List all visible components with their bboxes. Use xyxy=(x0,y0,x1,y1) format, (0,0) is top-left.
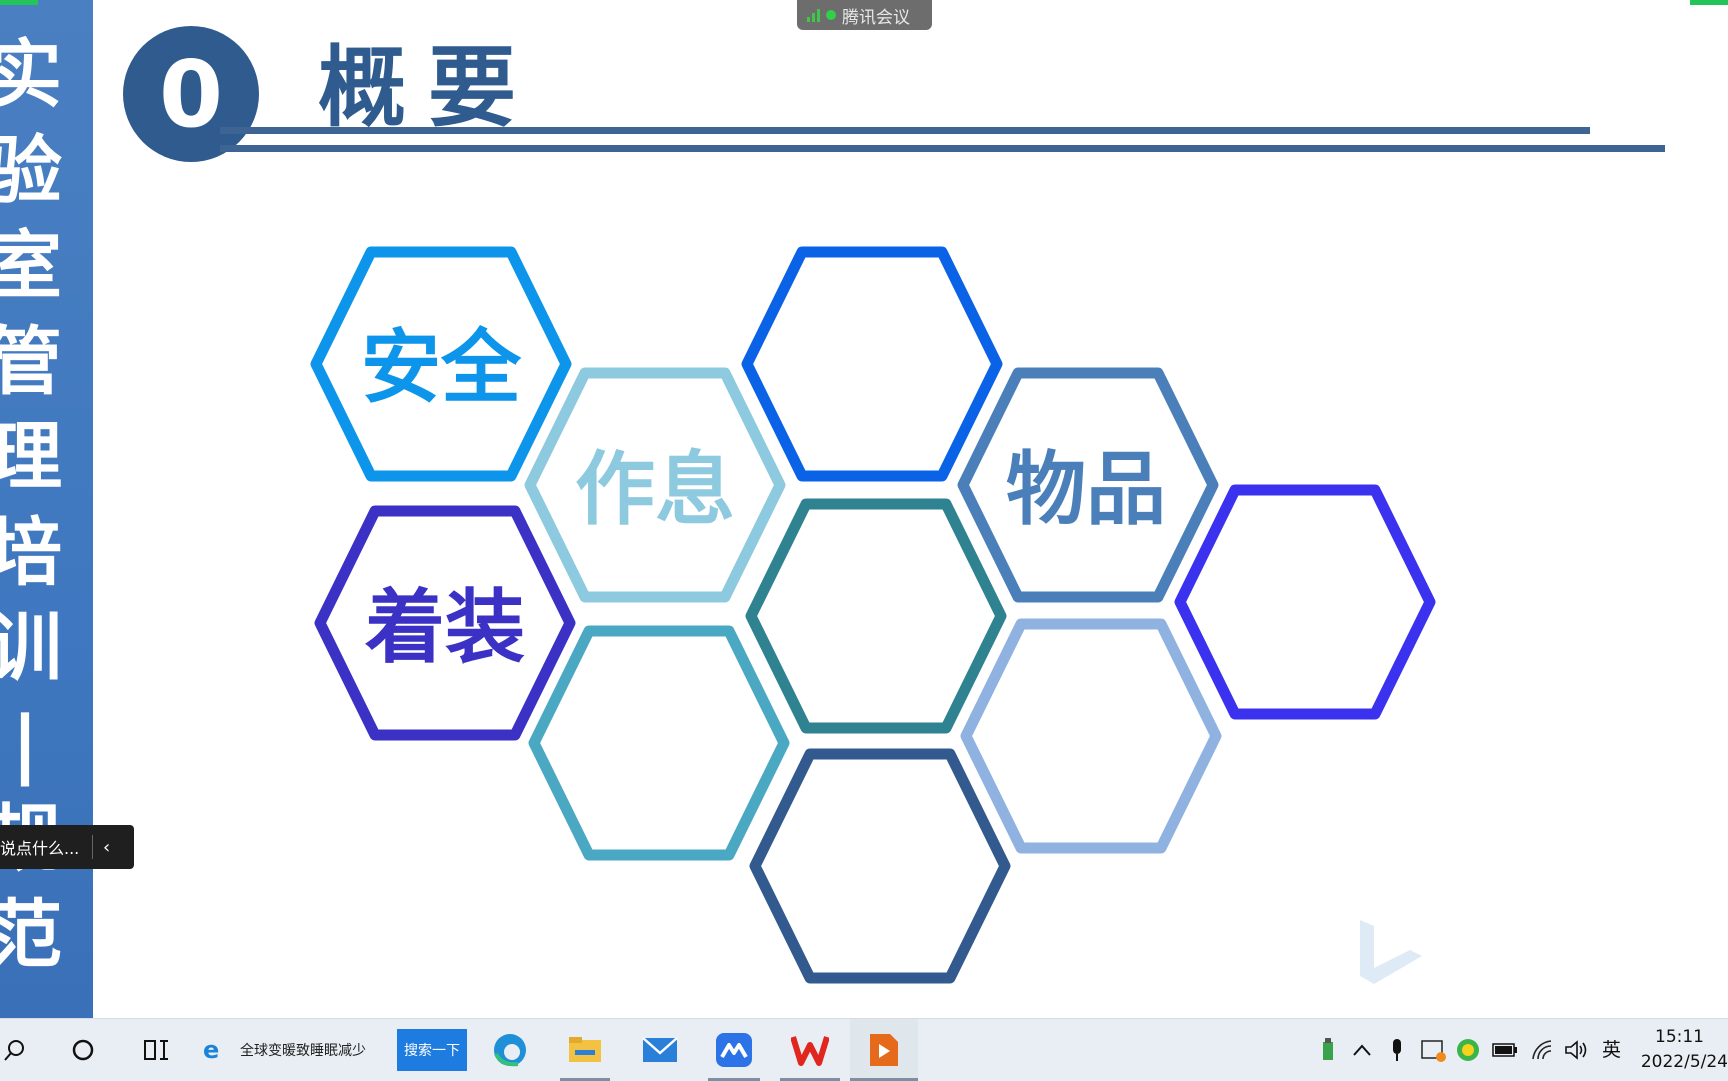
hex-bottom-left xyxy=(528,625,790,861)
tencent-meeting-icon[interactable] xyxy=(714,1019,754,1081)
usb-device-icon[interactable] xyxy=(1318,1038,1338,1062)
clock-time: 15:11 xyxy=(1655,1027,1704,1047)
presentation-app-icon[interactable] xyxy=(850,1019,918,1081)
battery-charging-icon[interactable] xyxy=(1492,1038,1518,1062)
mail-icon[interactable] xyxy=(640,1019,680,1081)
hex-label-schedule: 作息 xyxy=(575,443,735,536)
search-button[interactable]: 搜索一下 xyxy=(397,1029,467,1071)
clock-date: 2022/5/24 xyxy=(1640,1052,1728,1072)
hex-bottom-right xyxy=(960,618,1222,854)
news-headline[interactable]: 全球变暖致睡眠减少 xyxy=(240,1019,380,1081)
microphone-icon[interactable] xyxy=(1387,1038,1407,1062)
hex-top-middle xyxy=(741,246,1003,482)
ie-browser-icon[interactable]: e xyxy=(198,1019,228,1081)
chevron-left-icon[interactable]: ‹ xyxy=(103,837,110,858)
hexagon-diagram: 安全 作息 物品 着装 xyxy=(310,246,1436,984)
volume-icon[interactable] xyxy=(1564,1038,1588,1062)
svg-text:e: e xyxy=(203,1037,219,1063)
hex-center xyxy=(745,498,1007,734)
chat-input-pill[interactable]: 说点什么... ‹ xyxy=(0,825,134,869)
file-explorer-icon[interactable] xyxy=(565,1019,605,1081)
hex-right xyxy=(1174,484,1436,720)
cortana-icon[interactable] xyxy=(68,1019,98,1081)
system-clock[interactable]: 15:11 2022/5/24 xyxy=(1638,1019,1728,1081)
wifi-icon[interactable] xyxy=(1530,1038,1554,1062)
news-headline-text[interactable]: 全球变暖致睡眠减少 xyxy=(240,1040,366,1060)
chat-placeholder[interactable]: 说点什么... xyxy=(0,835,88,859)
hex-label-attire: 着装 xyxy=(365,581,525,674)
input-method-indicator[interactable]: 英 xyxy=(1602,1035,1621,1062)
chat-divider xyxy=(92,835,93,859)
task-view-icon[interactable] xyxy=(140,1019,172,1081)
sync-status-icon[interactable] xyxy=(1420,1038,1446,1062)
search-icon[interactable] xyxy=(0,1019,30,1081)
security-app-icon[interactable] xyxy=(1456,1038,1480,1062)
bing-logo-icon xyxy=(1360,920,1422,984)
chevron-up-icon[interactable] xyxy=(1352,1038,1372,1062)
edge-browser-icon[interactable] xyxy=(490,1019,530,1081)
hex-label-items: 物品 xyxy=(1006,443,1166,536)
hex-label-safety: 安全 xyxy=(361,321,522,414)
taskbar: e 全球变暖致睡眠减少 搜索一下 英 15:11 2022/5/24 xyxy=(0,1018,1728,1081)
hex-bottom xyxy=(749,748,1011,984)
wps-office-icon[interactable] xyxy=(790,1019,830,1081)
